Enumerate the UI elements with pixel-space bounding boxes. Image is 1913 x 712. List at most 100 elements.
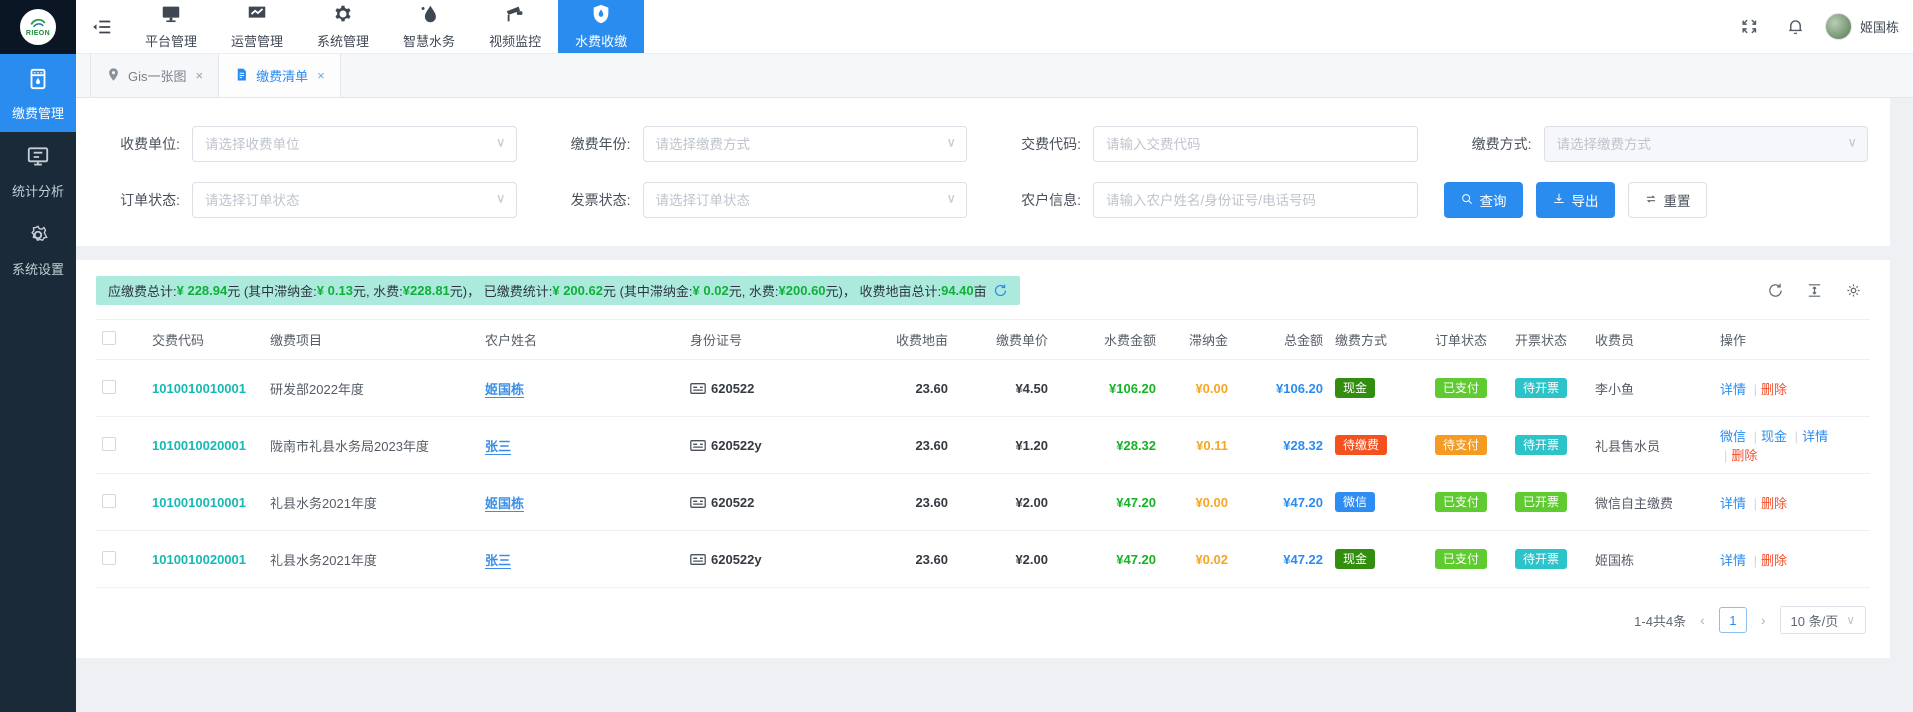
top-nav-menu: 平台管理 运营管理 系统管理 智慧水务 视频监控 水费收缴 [128, 0, 644, 53]
topnav-item-label: 水费收缴 [575, 31, 627, 50]
notification-bell-icon[interactable] [1773, 0, 1819, 53]
topnav-item-monitor[interactable]: 平台管理 [128, 0, 214, 53]
status-badge: 微信 [1335, 492, 1375, 512]
sidebar-collapse-icon[interactable] [76, 0, 128, 53]
tab-inactive-Gis一张图[interactable]: Gis一张图 × [90, 54, 219, 97]
row-checkbox[interactable] [102, 437, 116, 451]
topnav-item-shield[interactable]: 水费收缴 [558, 0, 644, 53]
summary-text: 亩 [974, 281, 987, 300]
row-checkbox-cell [96, 474, 146, 531]
action-link-详情[interactable]: 详情 [1720, 496, 1746, 511]
cell-pay-method: 现金 [1329, 360, 1429, 417]
farmer-info-input[interactable] [1093, 182, 1418, 218]
cell-payment-code: 1010010020001 [146, 417, 264, 474]
payment-year-input[interactable] [643, 126, 968, 162]
cell-order-status: 已支付 [1429, 360, 1509, 417]
button-label: 重置 [1664, 190, 1691, 210]
select-all-checkbox[interactable] [102, 331, 116, 345]
column-header: 交费代码 [146, 320, 264, 360]
cell-water-fee: ¥47.20 [1054, 474, 1162, 531]
invoice-status-select[interactable]: ∨ [643, 182, 968, 218]
cell-collector: 礼县售水员 [1589, 417, 1714, 474]
payment-method-select[interactable]: ∨ [1544, 126, 1869, 162]
sidebar-item-water-meter[interactable]: 缴费管理 [0, 54, 76, 132]
farmer-name-link[interactable]: 姬国栋 [485, 382, 524, 397]
farmer-name-link[interactable]: 张三 [485, 553, 511, 568]
table-body: 1010010010001 研发部2022年度 姬国栋 620522 23.60… [96, 360, 1870, 588]
action-link-删除[interactable]: 删除 [1761, 382, 1787, 397]
search-button[interactable]: 查询 [1444, 182, 1523, 218]
payment-method-input[interactable] [1544, 126, 1869, 162]
farmer-name-link[interactable]: 张三 [485, 439, 511, 454]
prev-page-icon[interactable]: ‹ [1696, 612, 1709, 628]
cell-water-fee: ¥47.20 [1054, 531, 1162, 588]
row-checkbox[interactable] [102, 551, 116, 565]
filter-label-payment-method: 缴费方式: [1444, 134, 1532, 154]
row-density-icon[interactable] [1806, 282, 1823, 299]
cell-actions: 详情 |删除 [1714, 360, 1870, 417]
table-toolbar [1767, 282, 1870, 299]
cell-total: ¥106.20 [1234, 360, 1329, 417]
row-checkbox-cell [96, 360, 146, 417]
action-link-详情[interactable]: 详情 [1720, 382, 1746, 397]
action-link-删除[interactable]: 删除 [1761, 553, 1787, 568]
summary-refresh-icon[interactable] [993, 283, 1008, 298]
payment-code-input[interactable] [1093, 126, 1418, 162]
order-status-input[interactable] [192, 182, 517, 218]
column-settings-gear-icon[interactable] [1845, 282, 1862, 299]
tab-active-缴费清单[interactable]: 缴费清单 × [219, 54, 341, 97]
farmer-info-input[interactable] [1093, 182, 1418, 218]
order-status-select[interactable]: ∨ [192, 182, 517, 218]
page-size-value: 10 条/页 [1791, 611, 1839, 630]
tab-close-icon[interactable]: × [196, 68, 204, 83]
topnav-item-gear[interactable]: 系统管理 [300, 0, 386, 53]
column-header: 开票状态 [1509, 320, 1589, 360]
action-link-删除[interactable]: 删除 [1731, 448, 1757, 463]
panel-gap [76, 246, 1890, 260]
cell-farmer: 姬国栋 [479, 360, 684, 417]
summary-value: ¥ 0.02 [693, 283, 729, 298]
invoice-status-input[interactable] [643, 182, 968, 218]
action-link-微信[interactable]: 微信 [1720, 429, 1746, 444]
page-size-select[interactable]: 10 条/页 ∨ [1780, 606, 1866, 634]
cell-area: 23.60 [862, 417, 954, 474]
tab-close-icon[interactable]: × [317, 68, 325, 83]
sidebar-item-settings-gear[interactable]: 系统设置 [0, 210, 76, 288]
action-link-详情[interactable]: 详情 [1720, 553, 1746, 568]
app-logo[interactable]: RIEON [0, 0, 76, 54]
action-link-现金[interactable]: 现金 [1761, 429, 1787, 444]
cell-collector: 姬国栋 [1589, 531, 1714, 588]
charge-unit-input[interactable] [192, 126, 517, 162]
row-checkbox[interactable] [102, 494, 116, 508]
chevron-down-icon: ∨ [1846, 613, 1855, 627]
sidebar-item-stats-monitor[interactable]: 统计分析 [0, 132, 76, 210]
column-header: 滞纳金 [1162, 320, 1234, 360]
charge-unit-select[interactable]: ∨ [192, 126, 517, 162]
payment-code-input[interactable] [1093, 126, 1418, 162]
summary-text: 元, 水费: [353, 281, 403, 300]
cell-unit-price: ¥2.00 [954, 474, 1054, 531]
export-button[interactable]: 导出 [1536, 182, 1615, 218]
user-menu[interactable]: 姬国栋 [1819, 0, 1913, 53]
topnav-item-water-drop[interactable]: 智慧水务 [386, 0, 472, 53]
table-row: 1010010010001 研发部2022年度 姬国栋 620522 23.60… [96, 360, 1870, 417]
content-area: 收费单位: ∨ 缴费年份: ∨ 交费代码: 缴费方式: ∨ 订单状态: ∨ 发票… [76, 98, 1913, 712]
fullscreen-icon[interactable] [1727, 0, 1773, 53]
reset-button[interactable]: 重置 [1628, 182, 1707, 218]
topnav-item-line-chart[interactable]: 运营管理 [214, 0, 300, 53]
topnav-item-camera[interactable]: 视频监控 [472, 0, 558, 53]
status-badge: 待开票 [1515, 549, 1567, 569]
refresh-icon[interactable] [1767, 282, 1784, 299]
download-icon [1552, 192, 1566, 209]
action-link-详情[interactable]: 详情 [1802, 429, 1828, 444]
action-link-删除[interactable]: 删除 [1761, 496, 1787, 511]
row-checkbox[interactable] [102, 380, 116, 394]
farmer-name-link[interactable]: 姬国栋 [485, 496, 524, 511]
summary-text: 应缴费总计: [108, 281, 177, 300]
current-page-button[interactable]: 1 [1719, 607, 1747, 633]
filter-label-payment-year: 缴费年份: [543, 134, 631, 154]
cell-order-status: 待支付 [1429, 417, 1509, 474]
next-page-icon[interactable]: › [1757, 612, 1770, 628]
payment-year-select[interactable]: ∨ [643, 126, 968, 162]
filter-label-invoice-status: 发票状态: [543, 190, 631, 210]
